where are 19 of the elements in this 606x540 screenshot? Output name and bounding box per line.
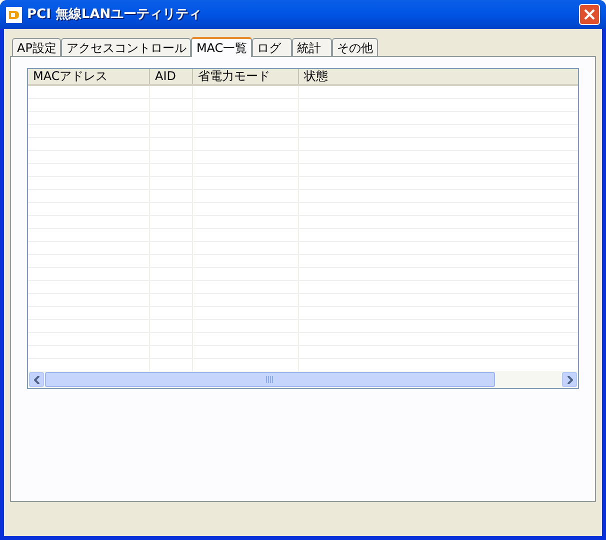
scroll-thumb[interactable] [45,372,495,387]
column-header[interactable]: AID [150,69,193,84]
close-button[interactable] [579,4,600,25]
tab[interactable]: ログ [252,38,292,56]
app-icon [6,6,22,22]
scroll-right-button[interactable] [562,372,577,387]
tab[interactable]: アクセスコントロール [61,38,192,56]
grip-icon [266,376,274,383]
column-header[interactable]: MACアドレス [28,69,150,84]
tab[interactable]: AP設定 [12,38,62,56]
close-icon [584,9,595,20]
tab[interactable]: MAC一覧 [191,37,252,57]
tab[interactable]: 統計 [292,38,332,56]
tab[interactable]: その他 [332,38,378,56]
horizontal-scrollbar[interactable] [28,371,578,388]
window-title: PCI 無線LANユーティリティ [27,6,203,24]
scroll-left-button[interactable] [29,372,44,387]
column-header[interactable]: 状態 [299,69,578,84]
column-header[interactable]: 省電力モード [193,69,299,84]
